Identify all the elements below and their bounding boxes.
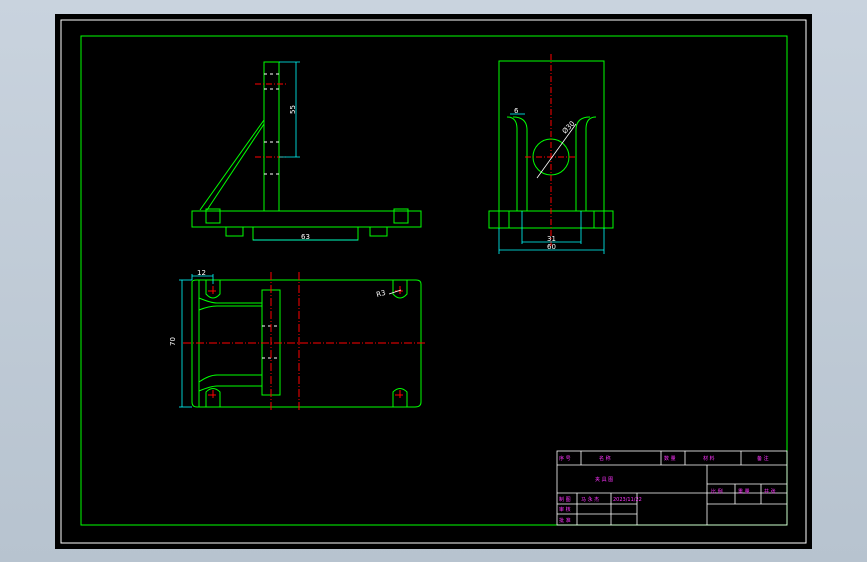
front-hidden-lines [264, 73, 279, 175]
side-left-rib [506, 116, 518, 211]
front-base-plate [191, 210, 422, 228]
designer-name: 马 永 杰 [581, 496, 599, 503]
title-col-material: 材 料 [703, 455, 715, 462]
scale-label: 比 例 [711, 488, 723, 495]
side-top-small-label: 6 [514, 107, 519, 115]
plan-rib-top-1 [198, 297, 262, 304]
drawing-frame [80, 35, 788, 526]
plan-height-label: 70 [169, 337, 177, 346]
drawing-sheet: 55 63 Ø30 6 31 60 12 70 R3 序 号 名 称 数 量 材… [60, 19, 807, 544]
front-rib-line-2 [206, 123, 265, 211]
designer-label: 制 图 [559, 496, 571, 503]
plan-rib-bottom-1 [198, 374, 262, 383]
side-width-label: 60 [547, 243, 556, 251]
side-center-lines [525, 54, 577, 246]
title-col-name: 名 称 [599, 455, 611, 462]
title-col-qty: 数 量 [664, 455, 676, 462]
plan-slot-offset-label: 12 [197, 269, 206, 277]
title-col-remark: 备 注 [757, 455, 769, 462]
front-rib-line [199, 119, 265, 211]
side-base-left-step [498, 210, 510, 229]
side-bore-leader [536, 123, 577, 179]
plan-corner-label: R3 [375, 289, 386, 299]
side-base-right-step [593, 210, 605, 229]
weight-label: 重 量 [738, 488, 750, 495]
approver-label: 批 准 [559, 517, 571, 524]
reviewer-label: 审 核 [559, 506, 571, 513]
plan-rib-top-2 [198, 305, 262, 311]
front-left-foot [225, 226, 244, 237]
front-center-lines [255, 83, 287, 158]
title-block [556, 450, 788, 526]
cad-viewport: 55 63 Ø30 6 31 60 12 70 R3 序 号 名 称 数 量 材… [55, 14, 812, 549]
side-bore-label: Ø30 [561, 120, 577, 136]
side-right-rib-inner [575, 116, 591, 211]
side-inner-label: 31 [547, 235, 556, 243]
title-col-seq: 序 号 [559, 455, 571, 462]
designer-date: 2023/11/22 [613, 497, 642, 503]
side-right-rib [585, 116, 597, 211]
side-left-rib-inner [512, 116, 528, 211]
drawing-name: 夹 具 图 [595, 476, 613, 483]
front-right-foot [369, 226, 388, 237]
front-slot-label: 63 [301, 233, 310, 241]
front-height-label: 55 [289, 105, 297, 114]
sheet-outer-border [60, 19, 807, 544]
front-view [191, 61, 422, 241]
sheet-count-label: 共 张 [764, 488, 776, 495]
